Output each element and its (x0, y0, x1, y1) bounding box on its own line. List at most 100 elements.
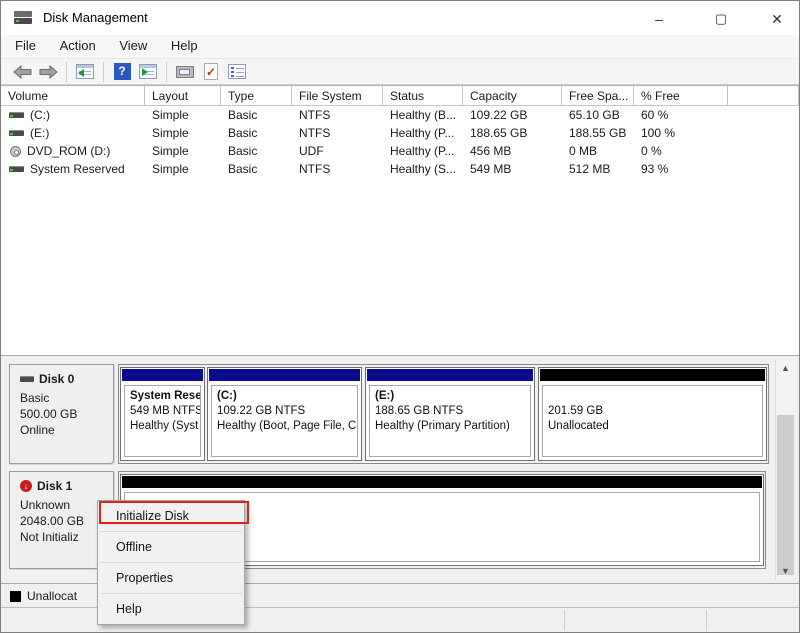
volume-name: (E:) (30, 126, 49, 140)
maximize-button[interactable]: ▢ (701, 7, 741, 31)
status-bar-separator (564, 610, 565, 631)
title-bar: Disk Management – ▢ ✕ (1, 1, 799, 35)
volume-name: DVD_ROM (D:) (27, 144, 110, 158)
volume-row-system-reserved[interactable]: System Reserved Simple Basic NTFS Health… (1, 160, 799, 178)
column-header-pct-free[interactable]: % Free (634, 86, 728, 105)
toolbar-separator (166, 62, 167, 82)
volume-name: System Reserved (30, 162, 125, 176)
cell-pct-free: 93 % (634, 162, 728, 176)
cell-layout: Simple (145, 126, 221, 140)
drive-icon (9, 166, 24, 172)
partition-unallocated[interactable]: 201.59 GB Unallocated (538, 367, 767, 461)
menu-item-properties[interactable]: Properties (98, 563, 244, 593)
help-icon[interactable]: ? (111, 62, 133, 82)
disk-0-label[interactable]: Disk 0 Basic 500.00 GB Online (9, 364, 114, 464)
drive-icon (9, 130, 24, 136)
menu-action[interactable]: Action (50, 35, 106, 58)
volume-row-dvd[interactable]: DVD_ROM (D:) Simple Basic UDF Healthy (P… (1, 142, 799, 160)
scrollbar-thumb[interactable] (777, 415, 794, 575)
close-button[interactable]: ✕ (757, 7, 797, 31)
scroll-up-icon[interactable]: ▲ (776, 360, 795, 377)
app-icon (14, 10, 34, 25)
partition-color-bar (367, 369, 533, 381)
cell-layout: Simple (145, 162, 221, 176)
cell-layout: Simple (145, 108, 221, 122)
column-header-free-space[interactable]: Free Spa... (562, 86, 634, 105)
cell-status: Healthy (S... (383, 162, 463, 176)
menu-view[interactable]: View (109, 35, 157, 58)
scroll-down-icon[interactable]: ▼ (776, 563, 795, 580)
partition-size: 188.65 GB NTFS (375, 404, 525, 419)
menu-item-offline[interactable]: Offline (98, 532, 244, 562)
disc-icon (10, 146, 21, 157)
menu-bar: File Action View Help (1, 35, 799, 58)
partition-status: Healthy (Boot, Page File, C (217, 419, 352, 434)
vertical-scrollbar[interactable]: ▲ ▼ (775, 360, 794, 580)
volume-row-e[interactable]: (E:) Simple Basic NTFS Healthy (P... 188… (1, 124, 799, 142)
partition-color-bar (122, 369, 203, 381)
partition-status: Healthy (Syst (130, 419, 195, 434)
disk-context-menu: Initialize Disk Offline Properties Help (97, 500, 245, 625)
column-header-type[interactable]: Type (221, 86, 292, 105)
cell-status: Healthy (P... (383, 144, 463, 158)
column-header-status[interactable]: Status (383, 86, 463, 105)
cell-type: Basic (221, 126, 292, 140)
column-header-layout[interactable]: Layout (145, 86, 221, 105)
toolbar-separator (66, 62, 67, 82)
disk-0-partitions: System Rese 549 MB NTFS Healthy (Syst (C… (118, 364, 769, 464)
back-icon[interactable] (11, 62, 33, 82)
cell-file-system: NTFS (292, 108, 383, 122)
cell-capacity: 109.22 GB (463, 108, 562, 122)
column-header-file-system[interactable]: File System (292, 86, 383, 105)
cell-status: Healthy (B... (383, 108, 463, 122)
console-window-icon[interactable] (74, 62, 96, 82)
status-bar-separator (706, 610, 707, 631)
partition-label: (E:) (375, 389, 525, 404)
volume-list-pane: Volume Layout Type File System Status Ca… (1, 85, 799, 355)
partition-system-reserved[interactable]: System Rese 549 MB NTFS Healthy (Syst (120, 367, 205, 461)
cell-file-system: NTFS (292, 126, 383, 140)
disk-name: Disk 0 (39, 371, 74, 387)
partition-color-bar (209, 369, 360, 381)
view-list-icon[interactable] (226, 62, 248, 82)
cell-capacity: 188.65 GB (463, 126, 562, 140)
partition-label: (C:) (217, 389, 352, 404)
window-title: Disk Management (43, 10, 148, 25)
console-window-play-icon[interactable] (137, 62, 159, 82)
cell-layout: Simple (145, 144, 221, 158)
cell-file-system: NTFS (292, 162, 383, 176)
cell-status: Healthy (P... (383, 126, 463, 140)
toolbar: ? ✓ (1, 58, 799, 85)
partition-e[interactable]: (E:) 188.65 GB NTFS Healthy (Primary Par… (365, 367, 535, 461)
minimize-button[interactable]: – (639, 7, 679, 31)
column-header-capacity[interactable]: Capacity (463, 86, 562, 105)
menu-file[interactable]: File (5, 35, 46, 58)
column-header-volume[interactable]: Volume (1, 86, 145, 105)
disk-error-badge-icon: ↓ (20, 480, 32, 492)
basic-disk-icon (20, 376, 34, 382)
partition-c[interactable]: (C:) 109.22 GB NTFS Healthy (Boot, Page … (207, 367, 362, 461)
legend-unallocated: Unallocat (10, 589, 77, 603)
volume-row-c[interactable]: (C:) Simple Basic NTFS Healthy (B... 109… (1, 106, 799, 124)
forward-icon[interactable] (37, 62, 59, 82)
cell-type: Basic (221, 162, 292, 176)
cell-pct-free: 0 % (634, 144, 728, 158)
partition-status: Healthy (Primary Partition) (375, 419, 525, 434)
disk-name: Disk 1 (37, 478, 72, 494)
toolbar-separator (103, 62, 104, 82)
volume-name: (C:) (30, 108, 50, 122)
cell-free-space: 188.55 GB (562, 126, 634, 140)
cell-free-space: 65.10 GB (562, 108, 634, 122)
popup-window-icon[interactable] (174, 62, 196, 82)
drive-icon (9, 112, 24, 118)
action-check-icon[interactable]: ✓ (200, 62, 222, 82)
disk-status: Online (20, 422, 113, 438)
menu-help[interactable]: Help (161, 35, 208, 58)
cell-capacity: 549 MB (463, 162, 562, 176)
disk-size: 500.00 GB (20, 406, 113, 422)
partition-size: 201.59 GB (548, 404, 757, 419)
menu-item-initialize-disk[interactable]: Initialize Disk (98, 501, 244, 531)
cell-capacity: 456 MB (463, 144, 562, 158)
menu-item-help[interactable]: Help (98, 594, 244, 624)
unallocated-swatch (10, 591, 21, 602)
